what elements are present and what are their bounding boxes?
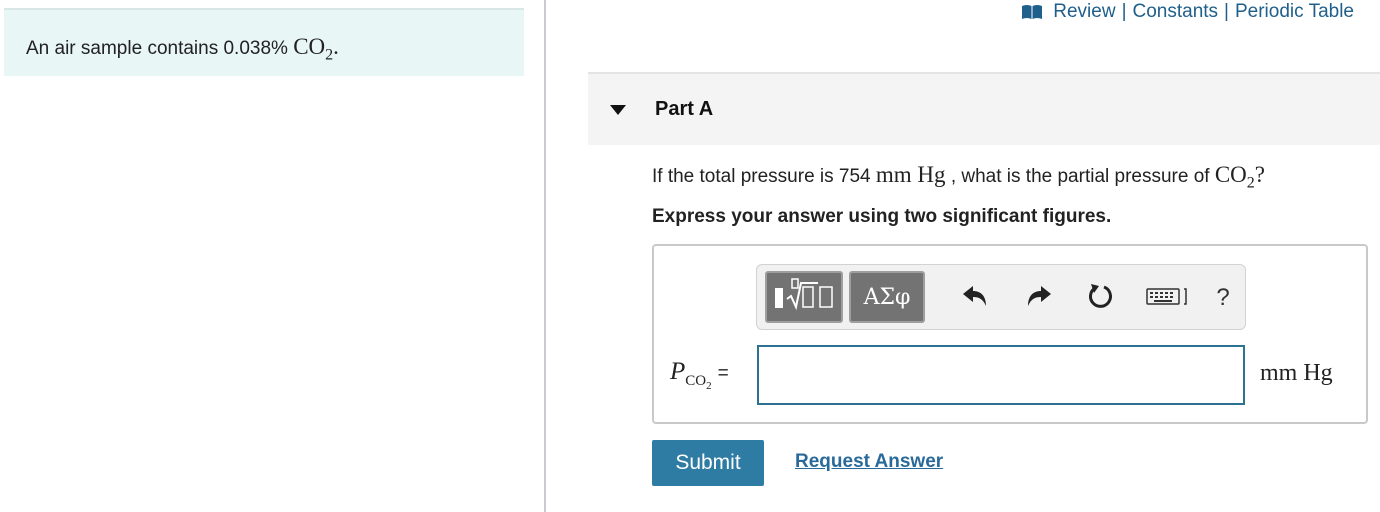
submit-button[interactable]: Submit [652, 440, 764, 486]
equals-sign: = [717, 363, 729, 384]
periodic-table-link[interactable]: Periodic Table [1235, 1, 1354, 23]
intro-chem-sub: 2 [325, 46, 334, 64]
part-title: Part A [655, 98, 714, 120]
collapse-caret-icon[interactable] [610, 105, 626, 115]
question-start: If the total pressure is 754 [652, 166, 876, 187]
keyboard-button[interactable] [1145, 281, 1193, 315]
variable-sub-sub: 2 [706, 380, 712, 392]
intro-chem-formula: CO2 [293, 34, 333, 64]
question-chem-formula: CO2 [1214, 162, 1255, 192]
answer-variable-label: PCO2 = [670, 358, 729, 392]
templates-button[interactable] [765, 271, 843, 323]
problem-intro-text: An air sample contains 0.038% CO2. [26, 34, 339, 65]
question-chem-sub: 2 [1246, 174, 1255, 192]
reset-button[interactable] [1083, 281, 1119, 315]
answer-unit: mm Hg [1260, 360, 1333, 386]
help-icon: ? [1216, 284, 1230, 311]
variable-main: P [670, 358, 686, 385]
question-chem-main: CO [1214, 162, 1247, 187]
intro-text-after: . [333, 34, 339, 59]
question-unit: mm Hg [875, 162, 946, 187]
question-end: ? [1254, 162, 1266, 187]
answer-input[interactable] [757, 345, 1245, 405]
review-link[interactable]: Review [1053, 1, 1115, 23]
request-answer-link[interactable]: Request Answer [795, 451, 943, 473]
undo-button[interactable] [957, 281, 993, 315]
answer-box: ΑΣφ ? PCO2= mm Hg [652, 244, 1368, 424]
reset-icon [1087, 282, 1115, 315]
intro-text-before: An air sample contains 0.038% [26, 38, 294, 59]
panel-divider [544, 0, 546, 512]
link-separator: | [1224, 1, 1229, 22]
book-icon [1021, 4, 1043, 20]
keyboard-icon [1146, 284, 1192, 313]
link-separator: | [1121, 1, 1127, 22]
redo-button[interactable] [1021, 281, 1057, 315]
redo-icon [1025, 284, 1053, 313]
templates-icon [772, 277, 836, 318]
math-toolbar: ΑΣφ ? [756, 264, 1246, 330]
answer-instruction: Express your answer using two significan… [652, 206, 1112, 227]
greek-letters-button[interactable]: ΑΣφ [849, 271, 925, 323]
question-mid: , what is the partial pressure of [945, 166, 1215, 187]
resource-links: Review | Constants | Periodic Table [1021, 0, 1354, 24]
part-a-header[interactable]: Part A [588, 72, 1380, 145]
constants-link[interactable]: Constants [1133, 1, 1219, 23]
question-text: If the total pressure is 754 mm Hg , wha… [652, 162, 1265, 193]
variable-subscript: CO2 [685, 373, 712, 392]
greek-letters-icon: ΑΣφ [863, 284, 911, 310]
undo-icon [961, 284, 989, 313]
variable-sub-main: CO [685, 373, 707, 389]
problem-intro-panel: An air sample contains 0.038% CO2. [4, 8, 524, 76]
intro-chem-main: CO [293, 34, 326, 59]
help-button[interactable]: ? [1205, 281, 1241, 315]
